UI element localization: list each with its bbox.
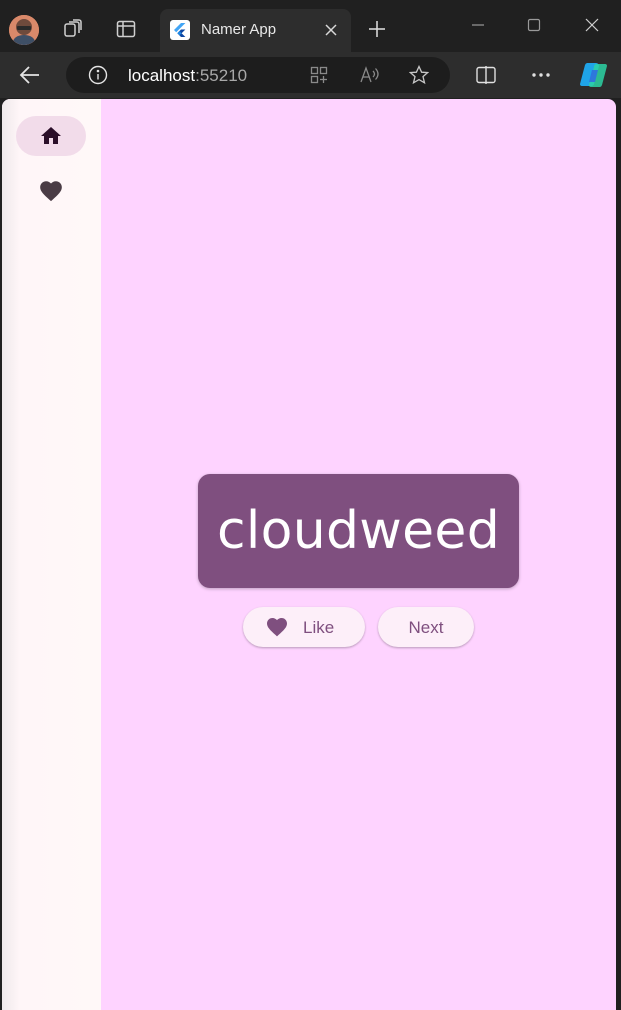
nav-favorites-destination[interactable] (16, 171, 86, 211)
back-arrow-icon[interactable] (18, 63, 42, 87)
url-host: localhost (128, 66, 196, 85)
close-tab-icon[interactable] (324, 23, 338, 37)
maximize-icon[interactable] (526, 17, 542, 33)
next-button[interactable]: Next (378, 607, 474, 647)
like-button[interactable]: Like (243, 607, 365, 647)
minimize-icon[interactable] (470, 17, 486, 33)
navigation-rail (2, 99, 101, 1010)
home-icon (41, 127, 61, 144)
next-label: Next (408, 618, 444, 637)
nav-home-destination[interactable] (16, 116, 86, 156)
url-port: :55210 (195, 66, 248, 85)
more-options-icon[interactable] (529, 63, 553, 87)
read-aloud-icon[interactable] (359, 65, 379, 85)
workspaces-icon[interactable] (62, 18, 84, 40)
tab-namer-app[interactable]: Namer App (160, 9, 351, 52)
heart-icon (40, 181, 62, 202)
favorite-star-icon[interactable] (408, 64, 430, 85)
copilot-icon[interactable] (578, 60, 610, 90)
tab-title: Namer App (201, 21, 277, 38)
browser-title-bar: Namer App (0, 0, 621, 52)
app-viewport: cloudweed Like Next (2, 99, 616, 1010)
flutter-icon (170, 20, 190, 40)
word-pair-card: cloudweed (198, 474, 519, 588)
vertical-tabs-icon[interactable] (115, 18, 137, 40)
new-tab-icon[interactable] (367, 19, 387, 39)
browser-toolbar: localhost:55210 (0, 52, 621, 98)
like-label: Like (303, 618, 335, 637)
heart-icon (267, 618, 287, 637)
url-text: localhost:55210 (128, 66, 247, 86)
close-window-icon[interactable] (584, 17, 600, 33)
address-bar[interactable]: localhost:55210 (66, 57, 450, 93)
word-pair-text: cloudweed (216, 501, 501, 561)
app-available-icon[interactable] (309, 65, 329, 85)
profile-avatar[interactable] (9, 15, 39, 45)
site-info-icon[interactable] (88, 65, 108, 85)
split-screen-icon[interactable] (474, 63, 498, 87)
